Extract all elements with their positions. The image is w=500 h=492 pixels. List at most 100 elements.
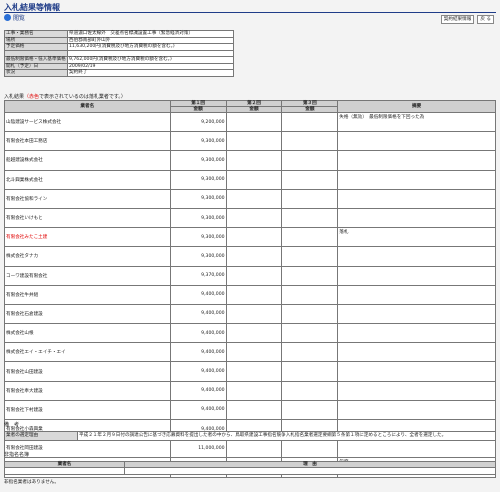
view-label-text: 閲覧 bbox=[13, 15, 26, 22]
bidder-row: 有限会社牛井組 9,400,000 bbox=[4, 284, 496, 305]
round2-amount bbox=[225, 303, 283, 325]
bid-remark bbox=[337, 150, 496, 171]
round2-amount bbox=[225, 150, 283, 171]
round3-amount bbox=[281, 227, 339, 248]
bid-remark bbox=[337, 207, 496, 229]
bidder-row: 山陰建設サービス株式会社 9,200,000 失格（無効） 最低制限価格を下回った為 bbox=[4, 111, 496, 133]
bid-remark: 失格（無効） 最低制限価格を下回った為 bbox=[337, 111, 496, 133]
round3-amount bbox=[281, 131, 339, 152]
round3-amount bbox=[281, 188, 339, 209]
round3-amount bbox=[281, 342, 339, 363]
round3-amount bbox=[281, 361, 339, 382]
round2-amount bbox=[225, 342, 283, 363]
round2-amount bbox=[225, 323, 283, 344]
bidder-row: コーワ建設有限会社 9,370,000 bbox=[4, 265, 496, 286]
bid-remark bbox=[337, 399, 496, 421]
round1-amount: 9,300,000 bbox=[169, 150, 227, 171]
round1-amount: 9,400,000 bbox=[169, 342, 227, 363]
bidder-name: 有限会社奉大建設 bbox=[4, 380, 171, 401]
bid-section-title: 入札結果（赤色で表示されているのは落札業者です。） bbox=[4, 93, 126, 100]
top-buttons: 契約結果情報 戻 る bbox=[440, 15, 494, 24]
nom-empty-cell bbox=[4, 467, 125, 475]
round1-amount: 9,300,000 bbox=[169, 169, 227, 190]
round1-amount: 9,300,000 bbox=[169, 227, 227, 248]
round2-amount bbox=[225, 111, 283, 133]
back-button[interactable]: 戻 る bbox=[477, 15, 494, 24]
round1-amount: 9,400,000 bbox=[169, 323, 227, 344]
non-nominated-table: 業者名 理 由 bbox=[4, 461, 496, 475]
bidder-name: 有限会社本田工務店 bbox=[4, 131, 171, 152]
round2-amount bbox=[225, 438, 283, 459]
remarks-table: 業者の選定理由 平成２１年２月９日付の調達公告に基づき応募資料を提出した者の中か… bbox=[4, 431, 496, 441]
selection-reason-text: 平成２１年２月９日付の調達公告に基づき応募資料を提出した者の中から、鳥取県建設工… bbox=[77, 431, 496, 441]
round3-amount bbox=[281, 284, 339, 305]
bullet-icon bbox=[4, 14, 11, 21]
bid-remark bbox=[337, 361, 496, 382]
round3-amount bbox=[281, 246, 339, 267]
bidder-row: 有限会社本田工務店 9,300,000 bbox=[4, 131, 496, 152]
bidder-name: 有限会社みたこ土建 bbox=[4, 227, 171, 248]
bidder-name: 有限会社牛井組 bbox=[4, 284, 171, 305]
round1-amount: 9,400,000 bbox=[169, 361, 227, 382]
nominated-section-title: 非指名名簿 bbox=[4, 452, 30, 458]
bid-remark bbox=[337, 323, 496, 344]
bidder-row: 有限会社協和ライン 9,300,000 bbox=[4, 188, 496, 209]
bidder-row: 有限会社岡田建設 11,000,000 bbox=[4, 438, 496, 459]
bidder-name: 有限会社いけもと bbox=[4, 207, 171, 229]
bidder-name: 有限会社山田建設 bbox=[4, 361, 171, 382]
round3-amount bbox=[281, 438, 339, 459]
project-info-table: 工事・業務名 県道濃口佐太線外 交差点名標識設置工事（緊急経済対策） 場所 西伯郡南部… bbox=[4, 30, 234, 77]
round2-amount bbox=[225, 399, 283, 421]
bidder-name: 有限会社協和ライン bbox=[4, 188, 171, 209]
round1-amount: 9,370,000 bbox=[169, 265, 227, 286]
round3-amount bbox=[281, 207, 339, 229]
nom-empty-cell bbox=[124, 467, 496, 475]
bidder-row: 有限会社みたこ土建 9,300,000 落札 bbox=[4, 227, 496, 248]
round3-amount bbox=[281, 150, 339, 171]
bid-results-table: 業者名 第１回 第２回 第３回 摘要 金額 金額 金額 山陰建設サービス株式会社… bbox=[4, 100, 496, 478]
bid-remark: 落札 bbox=[337, 227, 496, 248]
no-non-nominated-note: 非指名業者はありません。 bbox=[4, 480, 59, 485]
bid-remark bbox=[337, 303, 496, 325]
round2-amount bbox=[225, 169, 283, 190]
info-label: 最低制限価格・低入基準価格 bbox=[4, 56, 68, 64]
bidder-name: 株式会社山根 bbox=[4, 323, 171, 344]
col-remark-header: 摘要 bbox=[337, 100, 496, 113]
round3-amount bbox=[281, 169, 339, 190]
bidder-name: 有限会社石倉建設 bbox=[4, 303, 171, 325]
bidder-row: 株式会社タナカ 9,300,000 bbox=[4, 246, 496, 267]
round3-amount bbox=[281, 303, 339, 325]
round1-amount: 9,300,000 bbox=[169, 207, 227, 229]
bidder-row: 北斗興業株式会社 9,300,000 bbox=[4, 169, 496, 190]
round1-amount: 9,300,000 bbox=[169, 246, 227, 267]
bidder-name: 船越建設株式会社 bbox=[4, 150, 171, 171]
round3-amount bbox=[281, 323, 339, 344]
bidder-name: 株式会社エイ・エイチ・エイ bbox=[4, 342, 171, 363]
bidder-name: 有限会社下村建設 bbox=[4, 399, 171, 421]
round2-amount bbox=[225, 380, 283, 401]
bidder-row: 株式会社山根 9,400,000 bbox=[4, 323, 496, 344]
bidder-row: 有限会社いけもと 9,300,000 bbox=[4, 207, 496, 229]
round2-amount bbox=[225, 227, 283, 248]
contract-result-button[interactable]: 契約結果情報 bbox=[440, 15, 475, 24]
round2-amount bbox=[225, 131, 283, 152]
bidder-row: 有限会社奉大建設 9,400,000 bbox=[4, 380, 496, 401]
bidder-name: 有限会社岡田建設 bbox=[4, 438, 171, 459]
round2-amount bbox=[225, 246, 283, 267]
round3-amount bbox=[281, 399, 339, 421]
round1-amount: 9,200,000 bbox=[169, 111, 227, 133]
round3-amount bbox=[281, 111, 339, 133]
bid-remark bbox=[337, 380, 496, 401]
round2-amount bbox=[225, 207, 283, 229]
bid-remark bbox=[337, 265, 496, 286]
bidder-row: 有限会社山田建設 9,400,000 bbox=[4, 361, 496, 382]
round1-amount: 9,400,000 bbox=[169, 399, 227, 421]
round1-amount: 9,300,000 bbox=[169, 131, 227, 152]
round1-amount: 9,400,000 bbox=[169, 303, 227, 325]
round2-amount bbox=[225, 284, 283, 305]
bidder-row: 有限会社下村建設 9,400,000 bbox=[4, 399, 496, 421]
bid-remark bbox=[337, 438, 496, 459]
bid-remark bbox=[337, 188, 496, 209]
round1-amount: 9,400,000 bbox=[169, 380, 227, 401]
bidder-name: 北斗興業株式会社 bbox=[4, 169, 171, 190]
